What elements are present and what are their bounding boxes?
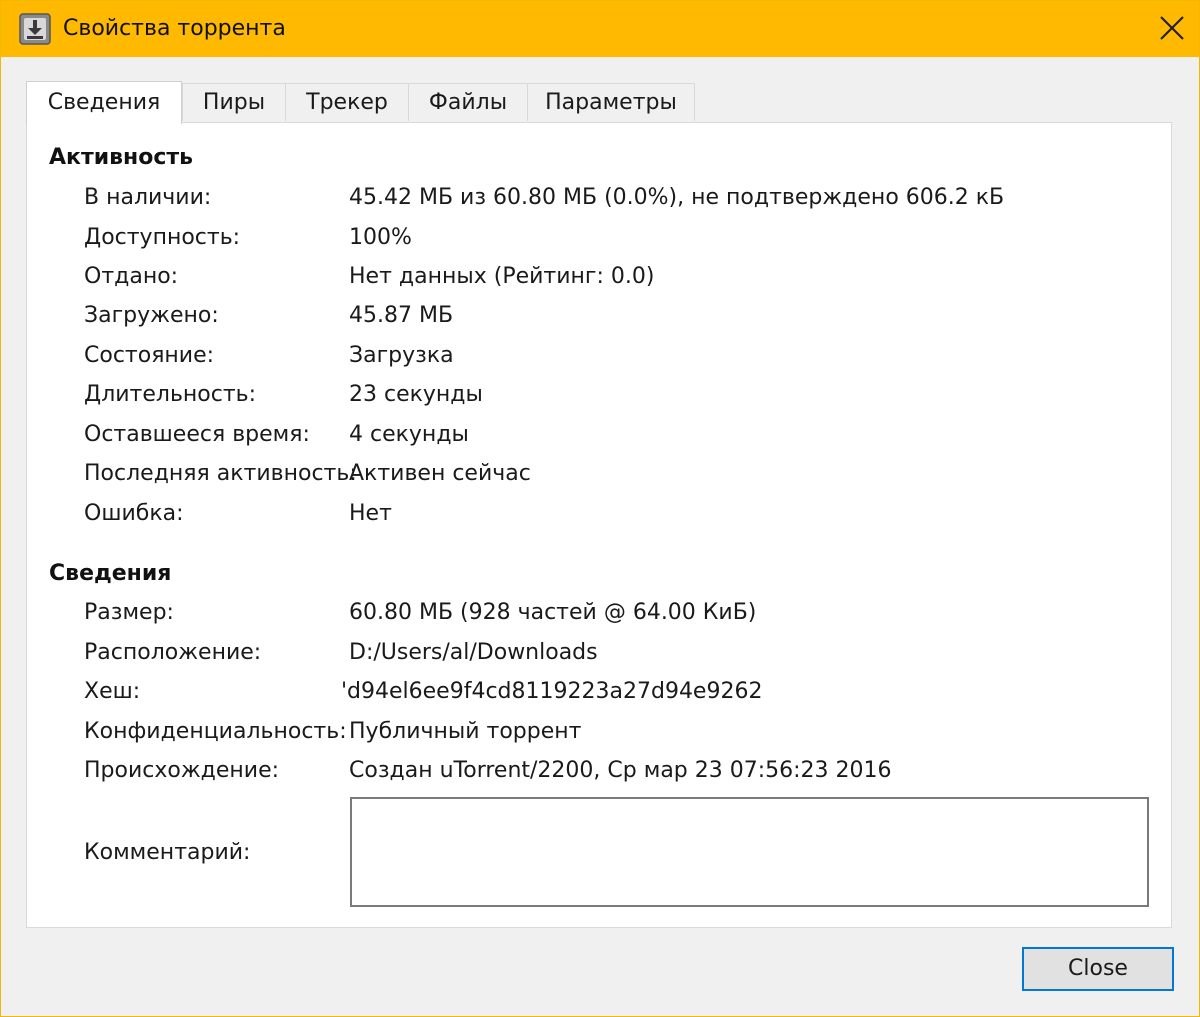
close-icon[interactable] xyxy=(1147,5,1197,51)
title-bar[interactable]: Свойства торрента xyxy=(1,1,1199,57)
hash-value[interactable]: 'd94el6ee9f4cd8119223a27d94e9262 xyxy=(341,679,762,704)
close-button[interactable]: Close xyxy=(1022,947,1174,991)
comment-textarea[interactable] xyxy=(350,797,1149,907)
error-label: Ошибка: xyxy=(84,501,184,526)
available-value: 45.42 МБ из 60.80 МБ (0.0%), не подтверж… xyxy=(349,185,1005,210)
torrent-properties-window: Свойства торрента Сведения Пиры Трекер Ф… xyxy=(0,0,1200,1017)
privacy-label: Конфиденциальность: xyxy=(84,719,347,744)
tab-files[interactable]: Файлы xyxy=(408,83,528,121)
window-title: Свойства торрента xyxy=(63,16,286,41)
downloaded-value: 45.87 МБ xyxy=(349,303,454,328)
tab-info[interactable]: Сведения xyxy=(26,81,182,124)
location-label: Расположение: xyxy=(84,640,262,665)
remaining-time-label: Оставшееся время: xyxy=(84,422,310,447)
last-activity-label: Последняя активность: xyxy=(84,461,357,486)
origin-label: Происхождение: xyxy=(84,758,280,783)
uploaded-value: Нет данных (Рейтинг: 0.0) xyxy=(349,264,655,289)
downloaded-label: Загружено: xyxy=(84,303,219,328)
last-activity-value: Активен сейчас xyxy=(349,461,531,486)
status-value: Загрузка xyxy=(349,343,454,368)
tab-peers[interactable]: Пиры xyxy=(182,83,286,121)
status-label: Состояние: xyxy=(84,343,215,368)
error-value: Нет xyxy=(349,501,392,526)
activity-section-title: Активность xyxy=(49,145,194,170)
comment-label: Комментарий: xyxy=(84,840,251,865)
info-section-title: Сведения xyxy=(49,561,172,586)
available-label: В наличии: xyxy=(84,185,212,210)
duration-label: Длительность: xyxy=(84,382,257,407)
tab-tracker[interactable]: Трекер xyxy=(285,83,409,121)
availability-label: Доступность: xyxy=(84,225,241,250)
availability-value: 100% xyxy=(349,225,412,250)
tab-options[interactable]: Параметры xyxy=(527,83,695,121)
duration-value: 23 секунды xyxy=(349,382,483,407)
utorrent-download-icon xyxy=(19,13,51,45)
hash-label: Хеш: xyxy=(84,679,141,704)
uploaded-label: Отдано: xyxy=(84,264,179,289)
info-panel: Активность В наличии: 45.42 МБ из 60.80 … xyxy=(26,122,1172,928)
origin-value: Создан uTorrent/2200, Ср мар 23 07:56:23… xyxy=(349,758,892,783)
location-value[interactable]: D:/Users/al/Downloads xyxy=(349,640,598,665)
privacy-value: Публичный торрент xyxy=(349,719,582,744)
size-label: Размер: xyxy=(84,600,174,625)
size-value: 60.80 МБ (928 частей @ 64.00 КиБ) xyxy=(349,600,757,625)
remaining-time-value: 4 секунды xyxy=(349,422,469,447)
